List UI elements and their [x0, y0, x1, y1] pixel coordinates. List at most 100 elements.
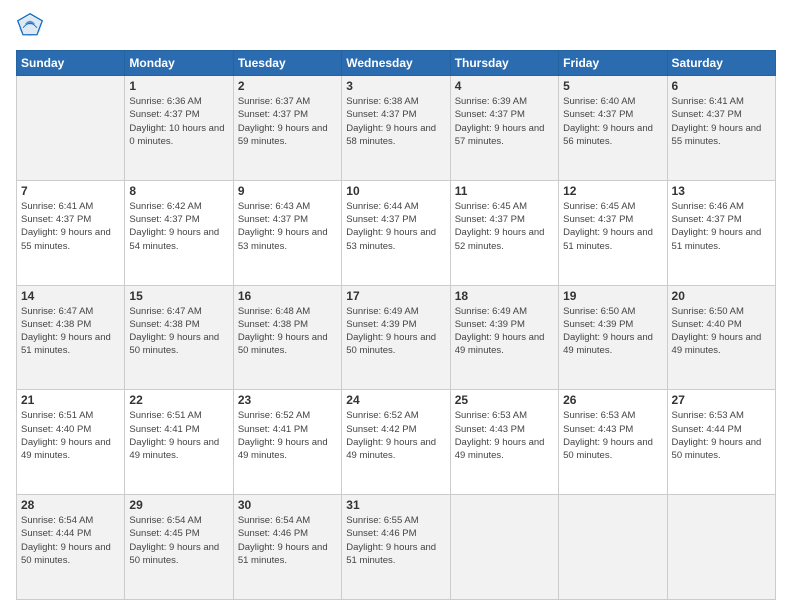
calendar-cell: 3Sunrise: 6:38 AMSunset: 4:37 PMDaylight…: [342, 76, 450, 181]
day-number: 28: [21, 498, 120, 512]
calendar-week-row: 28 Sunrise: 6:54 AMSunset: 4:44 PMDayligh…: [17, 495, 776, 600]
calendar-table: SundayMondayTuesdayWednesdayThursdayFrid…: [16, 50, 776, 600]
day-info: Sunrise: 6:37 AMSunset: 4:37 PMDaylight:…: [238, 95, 337, 148]
day-info: Sunrise: 6:44 AMSunset: 4:37 PMDaylight:…: [346, 200, 445, 253]
calendar-cell: 7Sunrise: 6:41 AMSunset: 4:37 PMDaylight…: [17, 180, 125, 285]
day-number: 23: [238, 393, 337, 407]
day-number: 17: [346, 289, 445, 303]
weekday-header-friday: Friday: [559, 51, 667, 76]
day-info: Sunrise: 6:41 AMSunset: 4:37 PMDaylight:…: [672, 95, 771, 148]
day-info: Sunrise: 6:48 AMSunset: 4:38 PMDaylight:…: [238, 305, 337, 358]
calendar-cell: 6Sunrise: 6:41 AMSunset: 4:37 PMDaylight…: [667, 76, 775, 181]
day-number: 30: [238, 498, 337, 512]
day-number: 22: [129, 393, 228, 407]
day-info: Sunrise: 6:54 AMSunset: 4:46 PMDaylight:…: [238, 514, 337, 567]
day-info: Sunrise: 6:39 AMSunset: 4:37 PMDaylight:…: [455, 95, 554, 148]
calendar-cell: 23 Sunrise: 6:52 AMSunset: 4:41 PMDayligh…: [233, 390, 341, 495]
calendar-cell: 12 Sunrise: 6:45 AMSunset: 4:37 PMDayligh…: [559, 180, 667, 285]
calendar-cell: 1 Sunrise: 6:36 AMSunset: 4:37 PMDaylight…: [125, 76, 233, 181]
day-info: Sunrise: 6:54 AMSunset: 4:45 PMDaylight:…: [129, 514, 228, 567]
day-info: Sunrise: 6:46 AMSunset: 4:37 PMDaylight:…: [672, 200, 771, 253]
day-info: Sunrise: 6:53 AMSunset: 4:43 PMDaylight:…: [455, 409, 554, 462]
day-info: Sunrise: 6:45 AMSunset: 4:37 PMDaylight:…: [563, 200, 662, 253]
calendar-cell: 17Sunrise: 6:49 AMSunset: 4:39 PMDayligh…: [342, 285, 450, 390]
day-info: Sunrise: 6:40 AMSunset: 4:37 PMDaylight:…: [563, 95, 662, 148]
day-number: 31: [346, 498, 445, 512]
calendar-cell: 15 Sunrise: 6:47 AMSunset: 4:38 PMDayligh…: [125, 285, 233, 390]
day-info: Sunrise: 6:52 AMSunset: 4:42 PMDaylight:…: [346, 409, 445, 462]
calendar-cell: 28 Sunrise: 6:54 AMSunset: 4:44 PMDayligh…: [17, 495, 125, 600]
day-number: 3: [346, 79, 445, 93]
day-info: Sunrise: 6:36 AMSunset: 4:37 PMDaylight:…: [129, 95, 228, 148]
day-number: 5: [563, 79, 662, 93]
calendar-cell: 19Sunrise: 6:50 AMSunset: 4:39 PMDayligh…: [559, 285, 667, 390]
calendar-cell: [450, 495, 558, 600]
day-number: 7: [21, 184, 120, 198]
calendar-cell: 13 Sunrise: 6:46 AMSunset: 4:37 PMDayligh…: [667, 180, 775, 285]
calendar-cell: 8Sunrise: 6:42 AMSunset: 4:37 PMDaylight…: [125, 180, 233, 285]
calendar-cell: 9 Sunrise: 6:43 AMSunset: 4:37 PMDaylight…: [233, 180, 341, 285]
day-info: Sunrise: 6:49 AMSunset: 4:39 PMDaylight:…: [455, 305, 554, 358]
day-number: 12: [563, 184, 662, 198]
day-number: 16: [238, 289, 337, 303]
calendar-header-row: SundayMondayTuesdayWednesdayThursdayFrid…: [17, 51, 776, 76]
day-info: Sunrise: 6:52 AMSunset: 4:41 PMDaylight:…: [238, 409, 337, 462]
day-info: Sunrise: 6:45 AMSunset: 4:37 PMDaylight:…: [455, 200, 554, 253]
calendar-cell: 20 Sunrise: 6:50 AMSunset: 4:40 PMDayligh…: [667, 285, 775, 390]
day-info: Sunrise: 6:47 AMSunset: 4:38 PMDaylight:…: [21, 305, 120, 358]
calendar-cell: 5 Sunrise: 6:40 AMSunset: 4:37 PMDaylight…: [559, 76, 667, 181]
day-info: Sunrise: 6:50 AMSunset: 4:40 PMDaylight:…: [672, 305, 771, 358]
day-number: 20: [672, 289, 771, 303]
header: [16, 12, 776, 40]
day-info: Sunrise: 6:51 AMSunset: 4:40 PMDaylight:…: [21, 409, 120, 462]
calendar-cell: 11 Sunrise: 6:45 AMSunset: 4:37 PMDayligh…: [450, 180, 558, 285]
calendar-cell: 29 Sunrise: 6:54 AMSunset: 4:45 PMDayligh…: [125, 495, 233, 600]
weekday-header-tuesday: Tuesday: [233, 51, 341, 76]
day-number: 15: [129, 289, 228, 303]
day-number: 8: [129, 184, 228, 198]
day-number: 19: [563, 289, 662, 303]
logo: [16, 12, 48, 40]
day-info: Sunrise: 6:43 AMSunset: 4:37 PMDaylight:…: [238, 200, 337, 253]
calendar-week-row: 21 Sunrise: 6:51 AMSunset: 4:40 PMDayligh…: [17, 390, 776, 495]
day-info: Sunrise: 6:47 AMSunset: 4:38 PMDaylight:…: [129, 305, 228, 358]
day-number: 18: [455, 289, 554, 303]
day-number: 21: [21, 393, 120, 407]
calendar-cell: 16 Sunrise: 6:48 AMSunset: 4:38 PMDayligh…: [233, 285, 341, 390]
calendar-cell: 27 Sunrise: 6:53 AMSunset: 4:44 PMDayligh…: [667, 390, 775, 495]
calendar-cell: 26Sunrise: 6:53 AMSunset: 4:43 PMDayligh…: [559, 390, 667, 495]
day-number: 4: [455, 79, 554, 93]
calendar-cell: 31 Sunrise: 6:55 AMSunset: 4:46 PMDayligh…: [342, 495, 450, 600]
weekday-header-sunday: Sunday: [17, 51, 125, 76]
calendar-cell: 22 Sunrise: 6:51 AMSunset: 4:41 PMDayligh…: [125, 390, 233, 495]
day-number: 1: [129, 79, 228, 93]
calendar-cell: [559, 495, 667, 600]
day-number: 14: [21, 289, 120, 303]
weekday-header-thursday: Thursday: [450, 51, 558, 76]
calendar-cell: [667, 495, 775, 600]
calendar-cell: 25Sunrise: 6:53 AMSunset: 4:43 PMDayligh…: [450, 390, 558, 495]
day-number: 10: [346, 184, 445, 198]
day-info: Sunrise: 6:55 AMSunset: 4:46 PMDaylight:…: [346, 514, 445, 567]
day-number: 29: [129, 498, 228, 512]
calendar-cell: 21 Sunrise: 6:51 AMSunset: 4:40 PMDayligh…: [17, 390, 125, 495]
calendar-cell: 4 Sunrise: 6:39 AMSunset: 4:37 PMDaylight…: [450, 76, 558, 181]
calendar-week-row: 14 Sunrise: 6:47 AMSunset: 4:38 PMDayligh…: [17, 285, 776, 390]
day-number: 11: [455, 184, 554, 198]
calendar-week-row: 7Sunrise: 6:41 AMSunset: 4:37 PMDaylight…: [17, 180, 776, 285]
weekday-header-monday: Monday: [125, 51, 233, 76]
calendar-cell: 18 Sunrise: 6:49 AMSunset: 4:39 PMDayligh…: [450, 285, 558, 390]
day-number: 27: [672, 393, 771, 407]
weekday-header-saturday: Saturday: [667, 51, 775, 76]
calendar-cell: 2 Sunrise: 6:37 AMSunset: 4:37 PMDaylight…: [233, 76, 341, 181]
day-info: Sunrise: 6:54 AMSunset: 4:44 PMDaylight:…: [21, 514, 120, 567]
day-number: 9: [238, 184, 337, 198]
day-info: Sunrise: 6:51 AMSunset: 4:41 PMDaylight:…: [129, 409, 228, 462]
calendar-cell: 30 Sunrise: 6:54 AMSunset: 4:46 PMDayligh…: [233, 495, 341, 600]
day-number: 2: [238, 79, 337, 93]
calendar-cell: 10 Sunrise: 6:44 AMSunset: 4:37 PMDayligh…: [342, 180, 450, 285]
day-number: 24: [346, 393, 445, 407]
day-number: 13: [672, 184, 771, 198]
calendar-cell: 24 Sunrise: 6:52 AMSunset: 4:42 PMDayligh…: [342, 390, 450, 495]
day-info: Sunrise: 6:53 AMSunset: 4:44 PMDaylight:…: [672, 409, 771, 462]
